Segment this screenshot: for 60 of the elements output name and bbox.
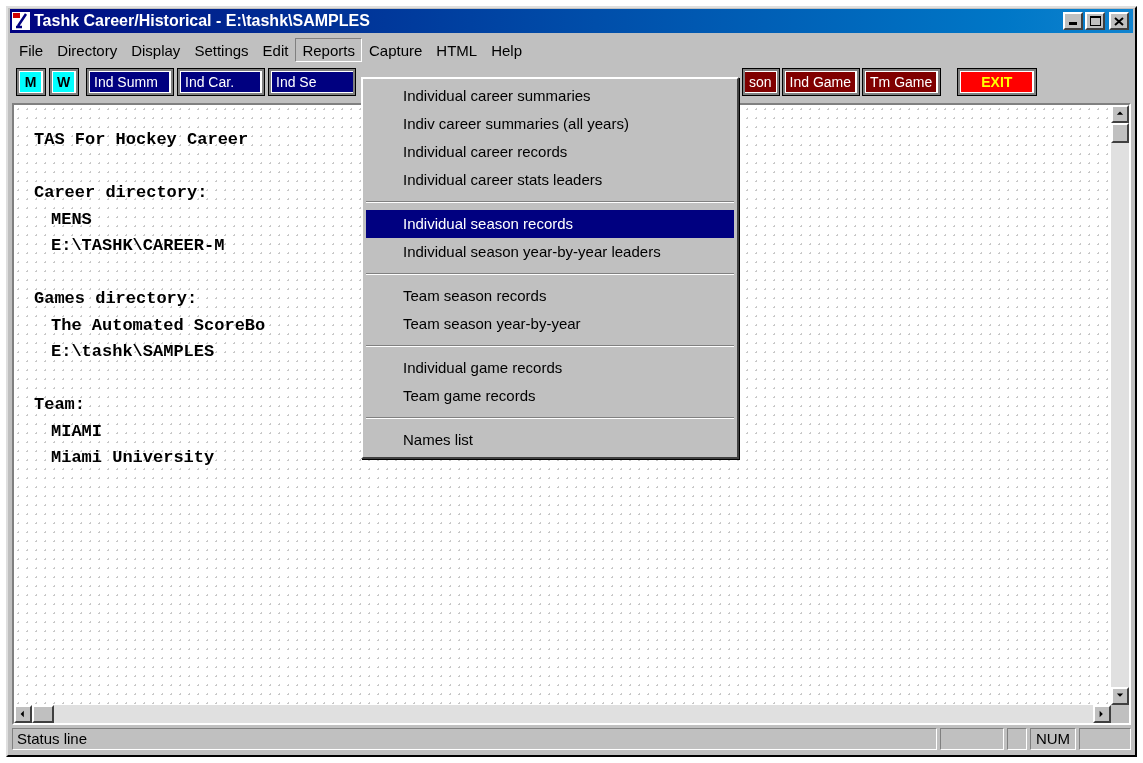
menu-item[interactable]: Help — [484, 38, 530, 62]
document-title: TAS For Hockey Career — [34, 129, 249, 151]
minimize-icon — [1069, 22, 1077, 25]
close-button[interactable] — [1109, 12, 1129, 30]
menu-item[interactable]: Edit — [255, 38, 296, 62]
status-panel — [940, 728, 1004, 750]
toolbar-button[interactable]: Ind Game — [784, 71, 858, 93]
menu-item[interactable]: Directory — [50, 38, 125, 62]
close-icon — [1114, 16, 1124, 26]
section-line: The Automated ScoreBo — [50, 314, 266, 337]
dropdown-menu-item[interactable]: Team season year-by-year — [366, 310, 734, 338]
status-panel: NUM — [1030, 728, 1076, 750]
toolbar-button[interactable]: Ind Summ — [89, 71, 171, 93]
section-heading: Career directory: — [34, 182, 208, 204]
menu-item[interactable]: Settings — [187, 38, 256, 62]
dropdown-menu-item[interactable]: Individual career stats leaders — [366, 166, 734, 194]
toolbar-button[interactable]: son — [745, 71, 777, 93]
scroll-arrow-button[interactable] — [1093, 705, 1111, 723]
menu-item[interactable]: HTML — [429, 38, 485, 62]
section-line: E:\TASHK\CAREER-M — [50, 235, 225, 257]
scroll-arrow-button[interactable] — [14, 705, 32, 723]
dropdown-menu-item[interactable]: Team game records — [366, 382, 734, 410]
minimize-button[interactable] — [1063, 12, 1083, 30]
dropdown-menu-item[interactable]: Names list — [366, 426, 734, 454]
left-arrow-icon — [19, 710, 27, 718]
app-icon — [12, 12, 30, 30]
dropdown-menu-item[interactable]: Team season records — [366, 282, 734, 310]
dropdown-menu-item[interactable]: Indiv career summaries (all years) — [366, 110, 734, 138]
status-panel — [1079, 728, 1131, 750]
section-line: E:\tashk\SAMPLES — [50, 341, 215, 363]
toolbar-button[interactable]: EXIT — [960, 71, 1035, 93]
toolbar-button[interactable]: W — [52, 71, 76, 93]
maximize-button[interactable] — [1085, 12, 1105, 30]
menu-item[interactable]: Display — [124, 38, 188, 62]
toolbar-button[interactable]: Tm Game — [865, 71, 939, 93]
dropdown-menu-item[interactable]: Individual game records — [366, 354, 734, 382]
dropdown-menu-item[interactable]: Individual career summaries — [366, 82, 734, 110]
section-heading: Games directory: — [34, 288, 198, 310]
dropdown-menu-item[interactable]: Individual season year-by-year leaders — [366, 238, 734, 266]
section-line: Miami University — [50, 447, 215, 469]
dropdown-menu-item[interactable]: Individual career records — [366, 138, 734, 166]
scroll-thumb[interactable] — [32, 705, 54, 723]
toolbar-button[interactable]: M — [19, 71, 43, 93]
menu-item[interactable]: Capture — [361, 38, 430, 62]
toolbar-button[interactable]: Ind Car. — [180, 71, 262, 93]
scroll-arrow-button[interactable] — [1111, 687, 1129, 705]
section-line: MIAMI — [50, 420, 102, 443]
maximize-icon — [1089, 16, 1101, 26]
status-panel — [1007, 728, 1027, 750]
status-panel: Status line — [12, 728, 937, 750]
section-heading: Team: — [34, 394, 85, 416]
up-arrow-icon — [1116, 110, 1124, 118]
menu-item[interactable]: File — [12, 38, 51, 62]
menu-item[interactable]: Reports — [295, 38, 362, 62]
scroll-thumb[interactable] — [1111, 123, 1129, 143]
scroll-arrow-button[interactable] — [1111, 105, 1129, 123]
window-title: Tashk Career/Historical - E:\tashk\SAMPLES — [34, 11, 371, 31]
dropdown-menu-item[interactable]: Individual season records — [366, 210, 734, 238]
toolbar-button[interactable]: Ind Se — [271, 71, 353, 93]
section-line: MENS — [50, 208, 92, 231]
